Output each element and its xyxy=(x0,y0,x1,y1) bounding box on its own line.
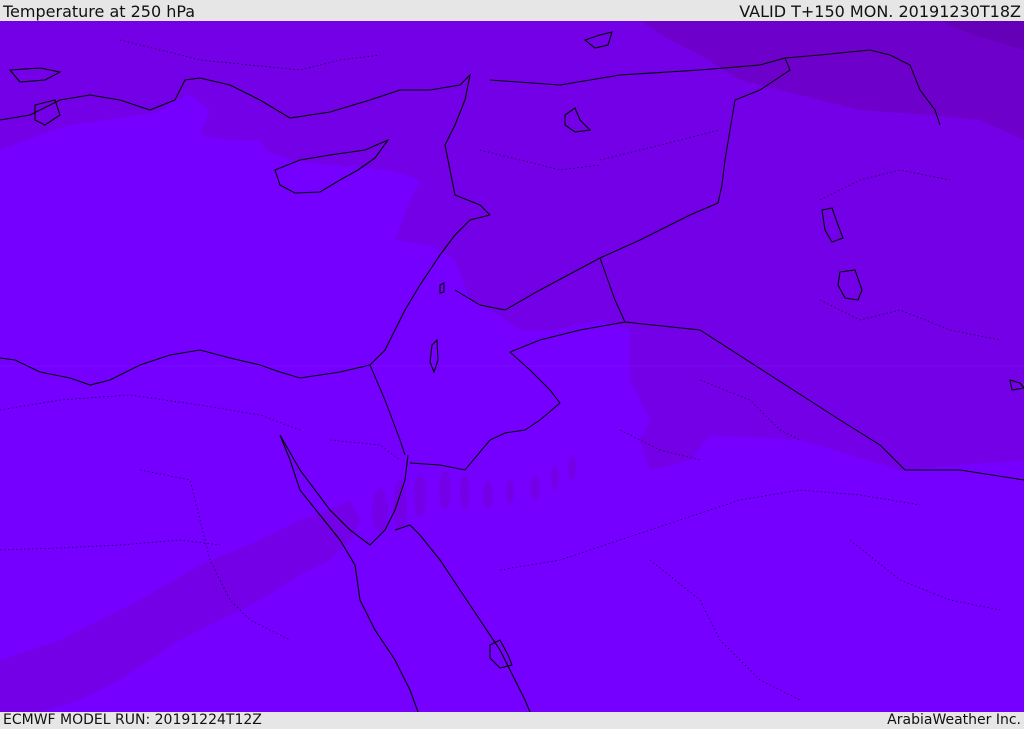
header-bar: Temperature at 250 hPa VALID T+150 MON. … xyxy=(0,0,1024,21)
temperature-map xyxy=(0,21,1024,712)
map-canvas xyxy=(0,21,1024,712)
credit: ArabiaWeather Inc. xyxy=(887,712,1021,728)
model-run: ECMWF MODEL RUN: 20191224T12Z xyxy=(3,712,262,728)
footer-bar: ECMWF MODEL RUN: 20191224T12Z ArabiaWeat… xyxy=(0,712,1024,729)
map-title: Temperature at 250 hPa xyxy=(3,2,196,21)
valid-time: VALID T+150 MON. 20191230T18Z xyxy=(739,2,1021,21)
